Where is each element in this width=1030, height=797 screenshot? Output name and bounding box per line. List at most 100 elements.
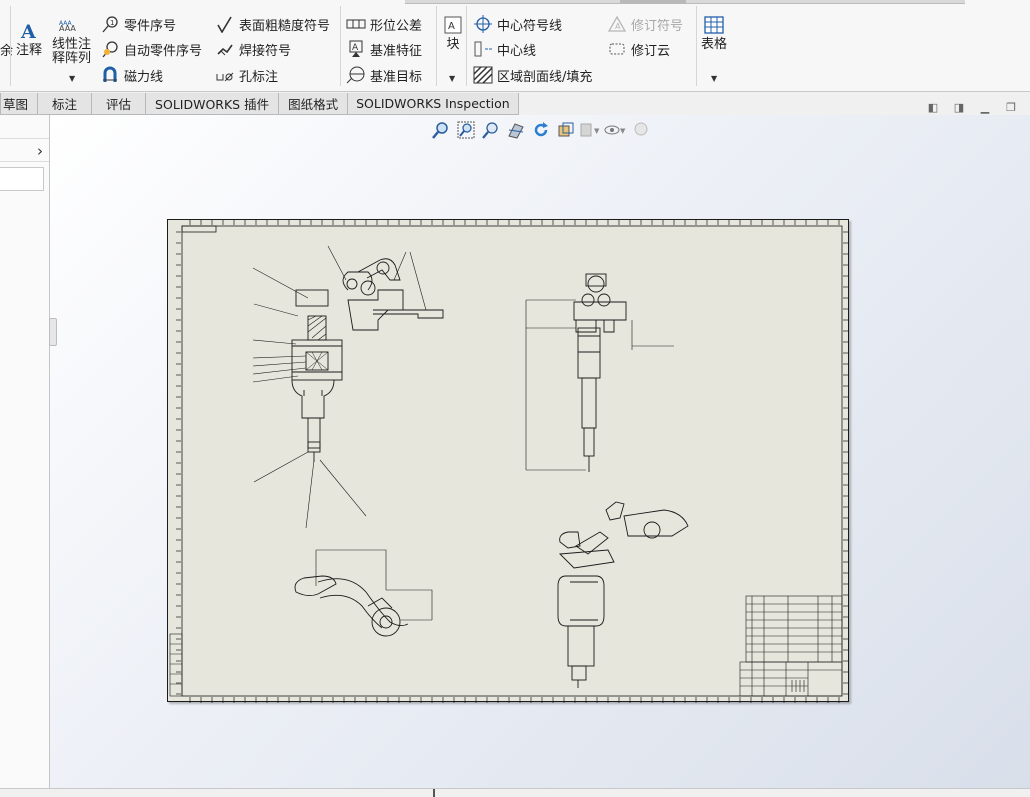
datum-target-label: 基准目标 bbox=[370, 69, 423, 85]
datum-feature-label: 基准特征 bbox=[370, 43, 423, 59]
tab-solidworks-addins[interactable]: SOLIDWORKS 插件 bbox=[145, 93, 280, 115]
hide-show-items-icon[interactable]: ▼ bbox=[603, 120, 628, 140]
svg-text:A: A bbox=[352, 43, 359, 53]
svg-text:A: A bbox=[448, 21, 455, 32]
smart-dimension-button[interactable]: 余 bbox=[0, 38, 13, 60]
linear-note-pattern-label-2: 释阵列 bbox=[52, 51, 92, 66]
zoom-to-area-icon[interactable] bbox=[453, 120, 478, 140]
datum-feature-button[interactable]: A 基准特征 bbox=[346, 38, 422, 60]
datum-target-icon bbox=[346, 65, 366, 85]
center-mark-label: 中心符号线 bbox=[497, 18, 563, 34]
group-separator bbox=[466, 6, 467, 86]
area-hatch-label: 区域剖面线/填充 bbox=[497, 69, 593, 85]
linear-note-pattern-icon: AAA AAA bbox=[57, 18, 87, 38]
svg-text:▼: ▼ bbox=[620, 127, 626, 135]
svg-text:A: A bbox=[20, 22, 36, 40]
minimize-icon[interactable]: ▁ bbox=[972, 100, 998, 114]
magnetic-line-label: 磁力线 bbox=[124, 69, 164, 85]
command-manager-tabs: 草图 标注 评估 SOLIDWORKS 插件 图纸格式 SOLIDWORKS I… bbox=[0, 93, 519, 115]
centerline-icon bbox=[473, 39, 493, 59]
revision-symbol-button[interactable]: A 修订符号 bbox=[607, 13, 683, 35]
note-button[interactable]: A 注释 bbox=[16, 21, 43, 58]
centerline-button[interactable]: 中心线 bbox=[473, 38, 536, 60]
svg-text:1: 1 bbox=[110, 19, 114, 27]
restore-icon[interactable]: ❐ bbox=[998, 100, 1024, 114]
surface-finish-label: 表面粗糙度符号 bbox=[239, 18, 331, 34]
drawing-view-side[interactable] bbox=[525, 273, 674, 472]
linear-note-pattern-button[interactable]: AAA AAA 线性注 释阵列 bbox=[52, 18, 91, 66]
drawing-view-top[interactable] bbox=[294, 549, 433, 637]
drawing-view-section[interactable] bbox=[252, 245, 444, 529]
table-dropdown-icon[interactable]: ▼ bbox=[711, 74, 717, 83]
feature-manager-panel: › bbox=[0, 115, 50, 789]
command-manager-ribbon: 余 A 注释 AAA AAA 线性注 释阵列 ▼ 1 零件序号 自动零件序号 磁力… bbox=[0, 0, 1030, 92]
smart-dimension-label: 余 bbox=[0, 43, 14, 59]
tile-left-icon[interactable]: ◧ bbox=[920, 100, 946, 114]
rotate-view-icon[interactable] bbox=[528, 120, 553, 140]
weld-symbol-icon bbox=[215, 39, 235, 59]
hole-callout-icon bbox=[215, 65, 235, 85]
svg-text:▼: ▼ bbox=[594, 127, 600, 135]
hole-callout-button[interactable]: 孔标注 bbox=[215, 64, 278, 86]
group-separator bbox=[10, 6, 11, 86]
surface-finish-button[interactable]: 表面粗糙度符号 bbox=[215, 13, 330, 35]
pattern-dropdown-icon[interactable]: ▼ bbox=[69, 74, 75, 83]
tile-right-icon[interactable]: ◨ bbox=[946, 100, 972, 114]
tab-sketch[interactable]: 草图 bbox=[0, 93, 39, 115]
surface-finish-icon bbox=[215, 14, 235, 34]
tab-evaluate[interactable]: 评估 bbox=[91, 93, 147, 115]
auto-balloon-button[interactable]: 自动零件序号 bbox=[100, 38, 202, 60]
revision-strip bbox=[169, 633, 183, 697]
linear-note-pattern-label-1: 线性注 bbox=[52, 37, 92, 52]
note-label: 注释 bbox=[16, 43, 43, 58]
auto-balloon-label: 自动零件序号 bbox=[124, 43, 203, 59]
tab-sheet-format[interactable]: 图纸格式 bbox=[278, 93, 349, 115]
drawing-view-isometric[interactable] bbox=[557, 501, 689, 688]
block-button[interactable]: A 块 bbox=[443, 16, 463, 52]
magnetic-line-button[interactable]: 磁力线 bbox=[100, 64, 163, 86]
view-orientation-icon[interactable] bbox=[553, 120, 578, 140]
document-window-controls: ◧ ◨ ▁ ❐ bbox=[920, 100, 1024, 114]
group-separator bbox=[340, 6, 341, 86]
table-button[interactable]: 表格 bbox=[701, 16, 727, 52]
auto-balloon-icon bbox=[100, 39, 120, 59]
datum-feature-icon: A bbox=[346, 39, 366, 59]
weld-symbol-button[interactable]: 焊接符号 bbox=[215, 38, 291, 60]
chevron-right-icon[interactable]: › bbox=[37, 142, 43, 160]
tab-solidworks-inspection[interactable]: SOLIDWORKS Inspection bbox=[347, 93, 519, 115]
svg-text:AAA: AAA bbox=[59, 20, 73, 27]
edit-appearance-icon[interactable] bbox=[628, 120, 653, 140]
status-bar-marker bbox=[433, 789, 435, 797]
panel-splitter-handle[interactable] bbox=[49, 318, 57, 346]
balloon-button[interactable]: 1 零件序号 bbox=[100, 13, 176, 35]
magnet-icon bbox=[100, 65, 120, 85]
hole-callout-label: 孔标注 bbox=[239, 69, 279, 85]
drawing-sheet[interactable] bbox=[167, 219, 849, 703]
area-hatch-button[interactable]: 区域剖面线/填充 bbox=[473, 64, 592, 86]
note-icon: A bbox=[18, 21, 40, 44]
tab-annotation[interactable]: 标注 bbox=[37, 93, 93, 115]
ribbon-scroll-knob[interactable] bbox=[620, 0, 686, 4]
group-separator bbox=[696, 6, 697, 86]
section-view-icon[interactable] bbox=[503, 120, 528, 140]
balloon-icon: 1 bbox=[100, 14, 120, 34]
sheet-zone-ticks bbox=[176, 220, 848, 703]
block-label: 块 bbox=[446, 37, 460, 52]
center-mark-button[interactable]: 中心符号线 bbox=[473, 13, 562, 35]
previous-view-icon[interactable] bbox=[478, 120, 503, 140]
geometric-tolerance-button[interactable]: 形位公差 bbox=[346, 13, 422, 35]
datum-target-button[interactable]: 基准目标 bbox=[346, 64, 422, 86]
ribbon-scroll-strip[interactable] bbox=[405, 0, 965, 4]
group-separator bbox=[436, 6, 437, 86]
display-style-icon[interactable]: ▼ bbox=[578, 120, 603, 140]
revision-cloud-button[interactable]: 修订云 bbox=[607, 38, 670, 60]
title-block[interactable] bbox=[739, 595, 843, 697]
geometric-tolerance-icon bbox=[346, 14, 366, 34]
block-dropdown-icon[interactable]: ▼ bbox=[449, 74, 455, 83]
panel-expander-row[interactable]: › bbox=[0, 138, 49, 162]
zone-box bbox=[181, 225, 217, 233]
panel-filter-field[interactable] bbox=[0, 167, 44, 191]
area-hatch-icon bbox=[473, 65, 493, 85]
revision-symbol-icon: A bbox=[607, 14, 627, 34]
zoom-to-fit-icon[interactable] bbox=[428, 120, 453, 140]
